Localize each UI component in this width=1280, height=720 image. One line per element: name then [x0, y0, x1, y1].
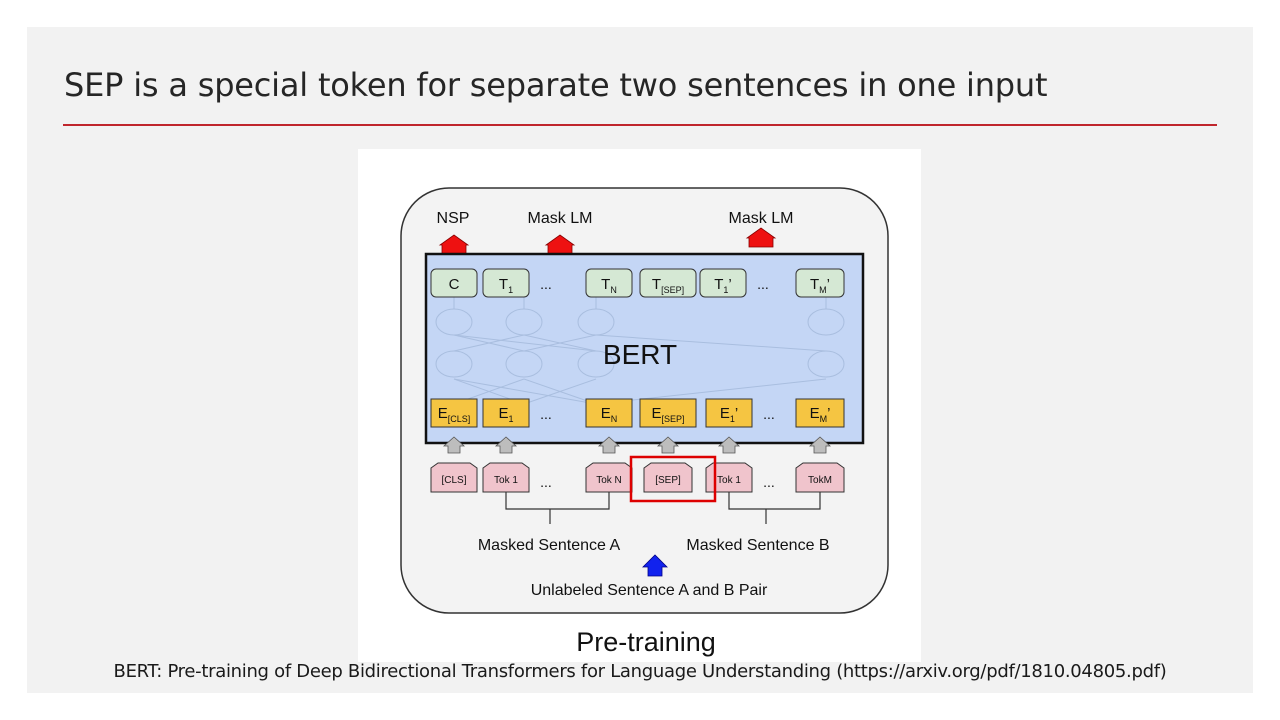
mask-lm-label-b: Mask LM: [729, 210, 794, 227]
pretraining-label: Pre-training: [576, 627, 716, 657]
masked-sentence-a-label: Masked Sentence A: [478, 537, 621, 554]
output-label-c: C: [449, 276, 460, 293]
output-ellipsis-b: ...: [757, 276, 769, 292]
output-label-t1-prime: T1’: [714, 276, 732, 295]
unlabeled-pair-label: Unlabeled Sentence A and B Pair: [531, 582, 768, 599]
embedding-ellipsis-b: ...: [763, 406, 775, 422]
mask-lm-label-a: Mask LM: [528, 210, 593, 227]
token-ellipsis-a: ...: [540, 474, 552, 490]
bert-diagram: NSP Mask LM Mask LM BERT C T1 TN T[SEP] …: [400, 187, 889, 657]
embedding-ellipsis-a: ...: [540, 406, 552, 422]
title-underline: [63, 124, 1217, 126]
token-label-cls: [CLS]: [441, 475, 466, 486]
masked-sentence-b-label: Masked Sentence B: [686, 537, 829, 554]
token-label-tok1: Tok 1: [494, 475, 518, 486]
bert-label: BERT: [603, 339, 677, 370]
token-label-sep: [SEP]: [655, 475, 681, 486]
token-ellipsis-b: ...: [763, 474, 775, 490]
token-label-tokn: Tok N: [596, 475, 622, 486]
output-ellipsis-a: ...: [540, 276, 552, 292]
token-label-tok1-b: Tok 1: [717, 475, 741, 486]
bert-pretraining-figure: NSP Mask LM Mask LM BERT C T1 TN T[SEP] …: [358, 149, 921, 662]
embedding-label-e1-prime: E1’: [720, 405, 738, 424]
nsp-label: NSP: [437, 210, 470, 227]
citation-caption: BERT: Pre-training of Deep Bidirectional…: [113, 661, 1167, 682]
slide-title: SEP is a special token for separate two …: [64, 66, 1048, 104]
token-label-tokm: TokM: [808, 475, 832, 486]
